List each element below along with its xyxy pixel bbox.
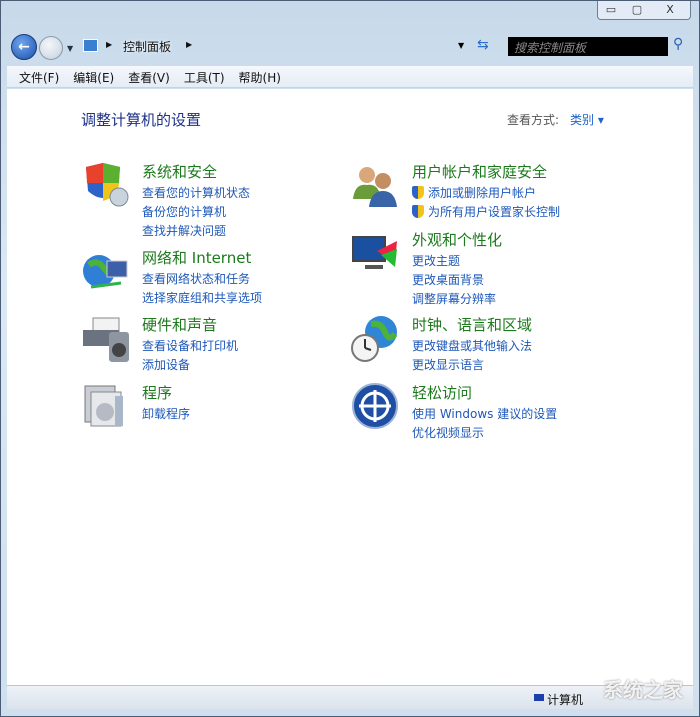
link-homegroup[interactable]: 选择家庭组和共享选项	[142, 288, 262, 307]
link-label: 为所有用户设置家长控制	[428, 205, 561, 219]
link-parental-controls[interactable]: 为所有用户设置家长控制	[412, 202, 560, 221]
category-title[interactable]: 时钟、语言和区域	[412, 314, 532, 335]
menu-bar: 文件(F) 编辑(E) 查看(V) 工具(T) 帮助(H)	[7, 66, 693, 88]
breadcrumb-chevron-icon[interactable]: ▶	[106, 40, 112, 49]
link-display-language[interactable]: 更改显示语言	[412, 355, 532, 374]
address-dropdown[interactable]: ▼	[458, 41, 464, 50]
category-title[interactable]: 硬件和声音	[142, 314, 217, 335]
menu-help[interactable]: 帮助(H)	[233, 66, 289, 87]
forward-button[interactable]	[39, 36, 63, 60]
globe-network-icon	[81, 247, 131, 297]
monitor-palette-icon	[351, 229, 401, 279]
link-backup-computer[interactable]: 备份您的计算机	[142, 202, 250, 221]
menu-tools[interactable]: 工具(T)	[178, 66, 233, 87]
window-frame: ▭ ▢ X ← ▼ ▶ 控制面板 ▶ ▼ ⇆ 搜索控制面板 ⚲ 文件(F) 编辑…	[0, 0, 700, 717]
ease-of-access-icon	[351, 382, 401, 432]
page-title: 调整计算机的设置	[81, 111, 202, 129]
menu-edit[interactable]: 编辑(E)	[67, 66, 122, 87]
menu-file[interactable]: 文件(F)	[13, 66, 67, 87]
status-computer: 计算机	[547, 693, 584, 707]
maximize-button[interactable]: ▢	[624, 1, 650, 19]
link-label: 添加或删除用户帐户	[428, 186, 537, 200]
category-title[interactable]: 程序	[142, 382, 172, 403]
link-add-device[interactable]: 添加设备	[142, 355, 238, 374]
programs-icon	[81, 382, 131, 432]
category-title[interactable]: 外观和个性化	[412, 229, 502, 250]
link-network-status[interactable]: 查看网络状态和任务	[142, 269, 262, 288]
link-add-remove-accounts[interactable]: 添加或删除用户帐户	[412, 183, 560, 202]
category-title[interactable]: 网络和 Internet	[142, 247, 251, 268]
search-icon[interactable]: ⚲	[673, 36, 683, 52]
status-bar: 计算机 系统之家	[7, 678, 693, 709]
users-icon	[351, 161, 401, 211]
refresh-icon[interactable]: ⇆	[477, 37, 489, 53]
category-title[interactable]: 轻松访问	[412, 382, 472, 403]
minimize-button[interactable]: ▭	[598, 1, 624, 19]
shield-icon	[81, 161, 131, 211]
uac-shield-icon	[412, 186, 424, 199]
link-uninstall-program[interactable]: 卸载程序	[142, 404, 190, 423]
control-panel-icon	[83, 39, 98, 52]
recent-pages-dropdown[interactable]: ▼	[67, 44, 73, 53]
printer-icon	[81, 314, 131, 364]
link-troubleshoot[interactable]: 查找并解决问题	[142, 221, 250, 240]
back-button[interactable]: ←	[11, 34, 37, 60]
navigation-bar: ← ▼ ▶ 控制面板 ▶ ▼ ⇆ 搜索控制面板 ⚲	[11, 34, 691, 60]
link-recommended-settings[interactable]: 使用 Windows 建议的设置	[412, 404, 557, 423]
link-change-theme[interactable]: 更改主题	[412, 251, 496, 270]
link-change-background[interactable]: 更改桌面背景	[412, 270, 496, 289]
view-by-label: 查看方式:	[507, 113, 560, 127]
uac-shield-icon	[412, 205, 424, 218]
link-optimize-display[interactable]: 优化视频显示	[412, 423, 557, 442]
link-devices-printers[interactable]: 查看设备和打印机	[142, 336, 238, 355]
link-screen-resolution[interactable]: 调整屏幕分辨率	[412, 289, 496, 308]
breadcrumb-control-panel[interactable]: 控制面板	[123, 38, 171, 55]
computer-icon	[534, 694, 544, 701]
window-controls: ▭ ▢ X	[597, 1, 691, 20]
breadcrumb-chevron-icon[interactable]: ▶	[186, 40, 192, 49]
category-title[interactable]: 系统和安全	[142, 161, 217, 182]
link-view-computer-status[interactable]: 查看您的计算机状态	[142, 183, 250, 202]
link-change-keyboard[interactable]: 更改键盘或其他输入法	[412, 336, 532, 355]
close-button[interactable]: X	[650, 1, 690, 19]
view-by-dropdown[interactable]: 类别 ▾	[570, 111, 604, 128]
content-area: 调整计算机的设置 查看方式: 类别 ▾ 系统和安全 查看您的计算机状态 备份您的…	[7, 89, 693, 685]
watermark: 系统之家	[603, 678, 683, 702]
search-input[interactable]: 搜索控制面板	[508, 37, 668, 56]
view-by-value: 类别	[570, 113, 595, 127]
menu-view[interactable]: 查看(V)	[122, 66, 178, 87]
category-title[interactable]: 用户帐户和家庭安全	[412, 161, 547, 182]
clock-globe-icon	[351, 314, 401, 364]
